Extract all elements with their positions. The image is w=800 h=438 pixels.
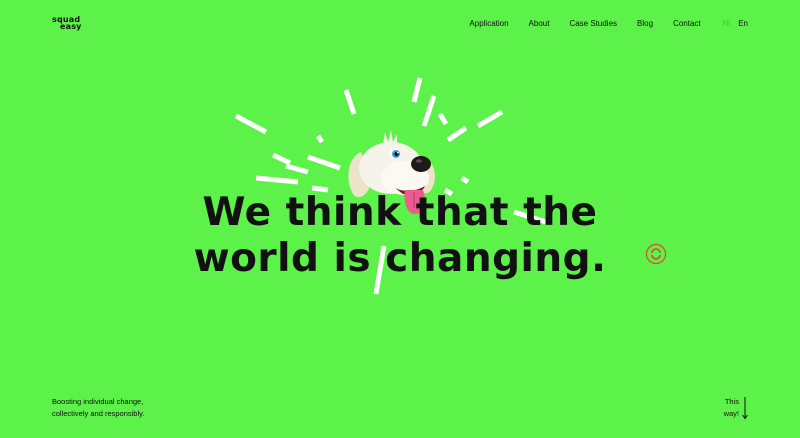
- language-en[interactable]: En: [738, 19, 748, 28]
- hero-line-1: We think that the: [202, 190, 598, 235]
- hero-line-2: world is changing.: [193, 236, 607, 281]
- nav-item-case-studies[interactable]: Case Studies: [569, 19, 617, 28]
- tagline: Boosting individual change, collectively…: [52, 396, 252, 420]
- hero-headline: We think that the world is changing.: [0, 190, 800, 282]
- scroll-label: This way!: [699, 396, 739, 420]
- tagline-line-1: Boosting individual change,: [52, 397, 144, 406]
- circle-target-icon[interactable]: [645, 243, 667, 265]
- nav-item-application[interactable]: Application: [469, 19, 508, 28]
- scroll-down-link[interactable]: This way!: [699, 396, 748, 420]
- scroll-label-line-2: way!: [723, 409, 739, 418]
- tagline-line-2: collectively and responsibly.: [52, 409, 145, 418]
- main-nav: Application About Case Studies Blog Cont…: [469, 19, 748, 28]
- nav-item-contact[interactable]: Contact: [673, 19, 701, 28]
- logo-line-2: easy: [60, 22, 82, 31]
- scroll-label-line-1: This: [724, 397, 739, 406]
- nav-item-blog[interactable]: Blog: [637, 19, 653, 28]
- page: squad easy Application About Case Studie…: [0, 0, 800, 438]
- logo[interactable]: squad easy: [52, 16, 82, 31]
- nav-item-about[interactable]: About: [529, 19, 550, 28]
- language-nl[interactable]: Nl: [723, 19, 731, 28]
- arrow-down-icon: [742, 397, 748, 420]
